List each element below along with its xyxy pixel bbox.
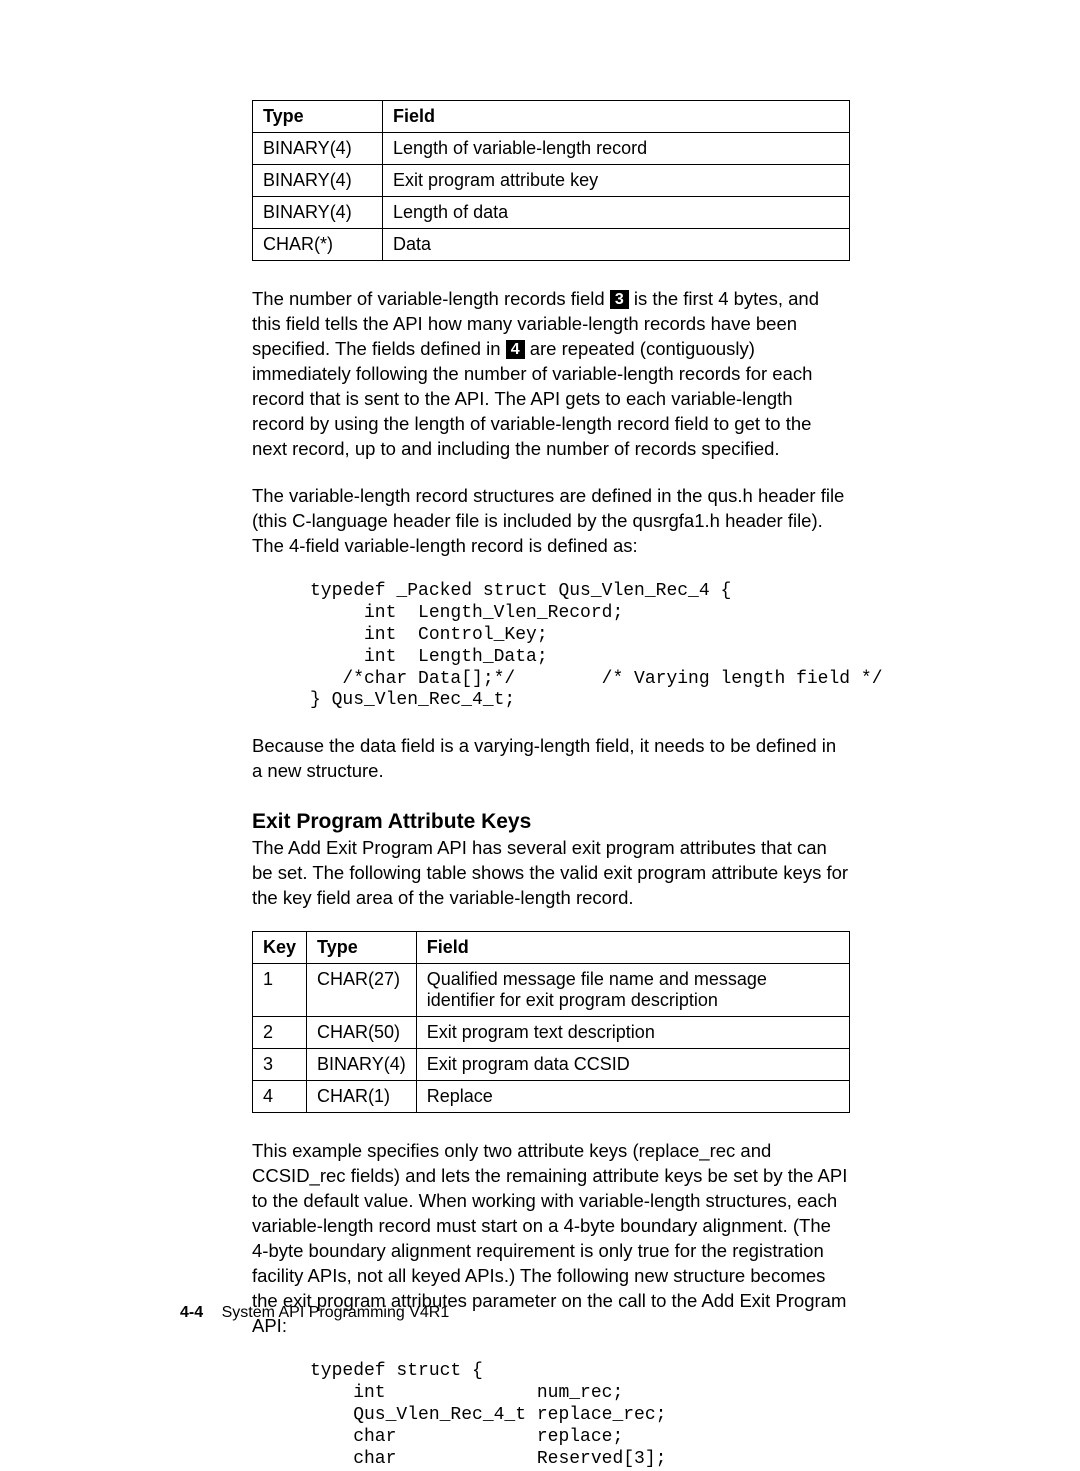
table-row: BINARY(4) Length of variable-length reco… [253, 133, 850, 165]
para-varying-field: Because the data field is a varying-leng… [252, 734, 850, 784]
table-row: CHAR(*) Data [253, 229, 850, 261]
table-header-row: Key Type Field [253, 932, 850, 964]
code-attr-struct: typedef struct { int num_rec; Qus_Vlen_R… [252, 1361, 850, 1471]
page-footer: 4-4 System API Programming V4R1 [180, 1304, 449, 1322]
callout-3: 3 [610, 290, 629, 309]
table-row: 4 CHAR(1) Replace [253, 1081, 850, 1113]
page-number: 4-4 [180, 1304, 203, 1321]
callout-4: 4 [506, 340, 525, 359]
footer-title: System API Programming V4R1 [222, 1304, 450, 1321]
table-row: 1 CHAR(27) Qualified message file name a… [253, 964, 850, 1017]
table-row: BINARY(4) Length of data [253, 197, 850, 229]
col-key: Key [253, 932, 307, 964]
col-type: Type [307, 932, 417, 964]
attr-keys-table: Key Type Field 1 CHAR(27) Qualified mess… [252, 931, 850, 1113]
page-content: Type Field BINARY(4) Length of variable-… [0, 0, 1080, 1471]
col-type: Type [253, 101, 383, 133]
para-attr-intro: The Add Exit Program API has several exi… [252, 836, 850, 911]
code-qus-vlen-rec-4: typedef _Packed struct Qus_Vlen_Rec_4 { … [252, 581, 850, 713]
para-vlen-explain: The number of variable-length records fi… [252, 287, 850, 462]
heading-attr-keys: Exit Program Attribute Keys [252, 810, 850, 834]
col-field: Field [383, 101, 850, 133]
para-struct-defined: The variable-length record structures ar… [252, 484, 850, 559]
col-field: Field [416, 932, 849, 964]
table-row: BINARY(4) Exit program attribute key [253, 165, 850, 197]
vlen-record-table: Type Field BINARY(4) Length of variable-… [252, 100, 850, 261]
table-row: 3 BINARY(4) Exit program data CCSID [253, 1049, 850, 1081]
table-row: 2 CHAR(50) Exit program text description [253, 1017, 850, 1049]
table-header-row: Type Field [253, 101, 850, 133]
